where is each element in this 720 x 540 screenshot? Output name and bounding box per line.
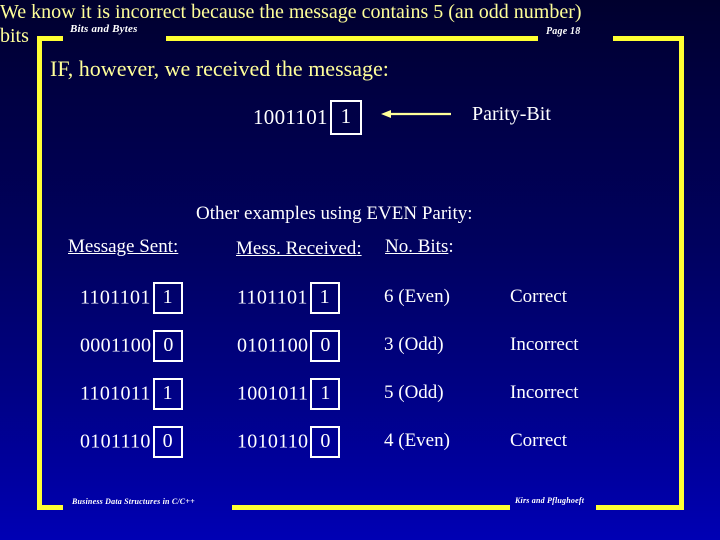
- cell-message-sent: 0001100 0: [80, 330, 184, 362]
- column-header-mess-received: Mess. Received:: [236, 238, 362, 260]
- example-message-row: 1001101 1: [253, 100, 362, 135]
- page-number: Page 18: [546, 26, 581, 37]
- column-header-no-bits-label: No. Bits: [385, 236, 449, 257]
- sent-parity-box: 0: [152, 426, 183, 458]
- received-bits: 1010110: [237, 430, 309, 453]
- slide-canvas: Bits and Bytes Page 18 IF, however, we r…: [0, 0, 720, 540]
- footer-authors: Kirs and Pflughoeft: [515, 496, 585, 505]
- parity-bit-callout-label: Parity-Bit: [472, 103, 551, 125]
- cell-bit-count: 5 (Odd): [384, 382, 444, 403]
- received-parity-box: 0: [310, 330, 341, 362]
- column-header-message-sent: Message Sent:: [68, 236, 178, 258]
- column-header-no-bits: No. Bits:: [385, 236, 454, 258]
- example-parity-bit-box: 1: [329, 100, 362, 135]
- cell-bit-count: 4 (Even): [384, 430, 450, 451]
- cell-status: Correct: [510, 430, 567, 451]
- frame-top-right-bar: [613, 36, 684, 41]
- received-parity-box: 0: [310, 426, 341, 458]
- cell-status: Incorrect: [510, 382, 579, 403]
- received-bits: 0101100: [237, 334, 309, 357]
- received-bits: 1001011: [237, 382, 309, 405]
- table-row: 1101011 1 1001011 1 5 (Odd) Incorrect: [0, 378, 720, 422]
- frame-top-left-bar: [37, 36, 63, 41]
- column-header-mess-received-colon: :: [356, 238, 362, 259]
- table-row: 0101110 0 1010110 0 4 (Even) Correct: [0, 426, 720, 470]
- frame-bottom-left-bar: [37, 505, 63, 510]
- example-message-bits: 1001101: [253, 105, 328, 129]
- cell-status: Correct: [510, 286, 567, 307]
- cell-message-sent: 1101101 1: [80, 282, 183, 314]
- sent-parity-box: 1: [152, 378, 183, 410]
- frame-bottom-middle-bar: [232, 505, 510, 510]
- header-title: Bits and Bytes: [70, 23, 138, 35]
- table-row: 0001100 0 0101100 0 3 (Odd) Incorrect: [0, 330, 720, 374]
- cell-message-received: 0101100 0: [237, 330, 341, 362]
- table-row: 1101101 1 1101101 1 6 (Even) Correct: [0, 282, 720, 326]
- cell-message-sent: 1101011 1: [80, 378, 183, 410]
- cell-message-received: 1001011 1: [237, 378, 341, 410]
- cell-message-received: 1101101 1: [237, 282, 340, 314]
- sent-bits: 1101011: [80, 382, 151, 405]
- received-bits: 1101101: [237, 286, 308, 309]
- column-header-message-sent-label: Message Sent: [68, 236, 174, 257]
- other-examples-heading: Other examples using EVEN Parity:: [196, 203, 473, 224]
- sent-bits: 0101110: [80, 430, 151, 453]
- column-header-mess-received-label: Mess. Received: [236, 238, 357, 259]
- received-parity-box: 1: [310, 378, 341, 410]
- cell-status: Incorrect: [510, 334, 579, 355]
- frame-top-middle-bar: [166, 36, 538, 41]
- column-header-no-bits-colon: :: [448, 236, 454, 257]
- cell-bit-count: 6 (Even): [384, 286, 450, 307]
- parity-bit-arrow: [381, 107, 451, 119]
- column-header-message-sent-colon: :: [173, 236, 179, 257]
- footer-course-title: Business Data Structures in C/C++: [72, 497, 195, 506]
- frame-bottom-right-bar: [596, 505, 684, 510]
- sent-parity-box: 1: [152, 282, 183, 314]
- cell-message-received: 1010110 0: [237, 426, 341, 458]
- left-arrow-icon: [381, 110, 451, 118]
- intro-text: IF, however, we received the message:: [50, 56, 389, 81]
- sent-parity-box: 0: [153, 330, 184, 362]
- sent-bits: 0001100: [80, 334, 152, 357]
- received-parity-box: 1: [309, 282, 340, 314]
- sent-bits: 1101101: [80, 286, 151, 309]
- cell-message-sent: 0101110 0: [80, 426, 183, 458]
- cell-bit-count: 3 (Odd): [384, 334, 444, 355]
